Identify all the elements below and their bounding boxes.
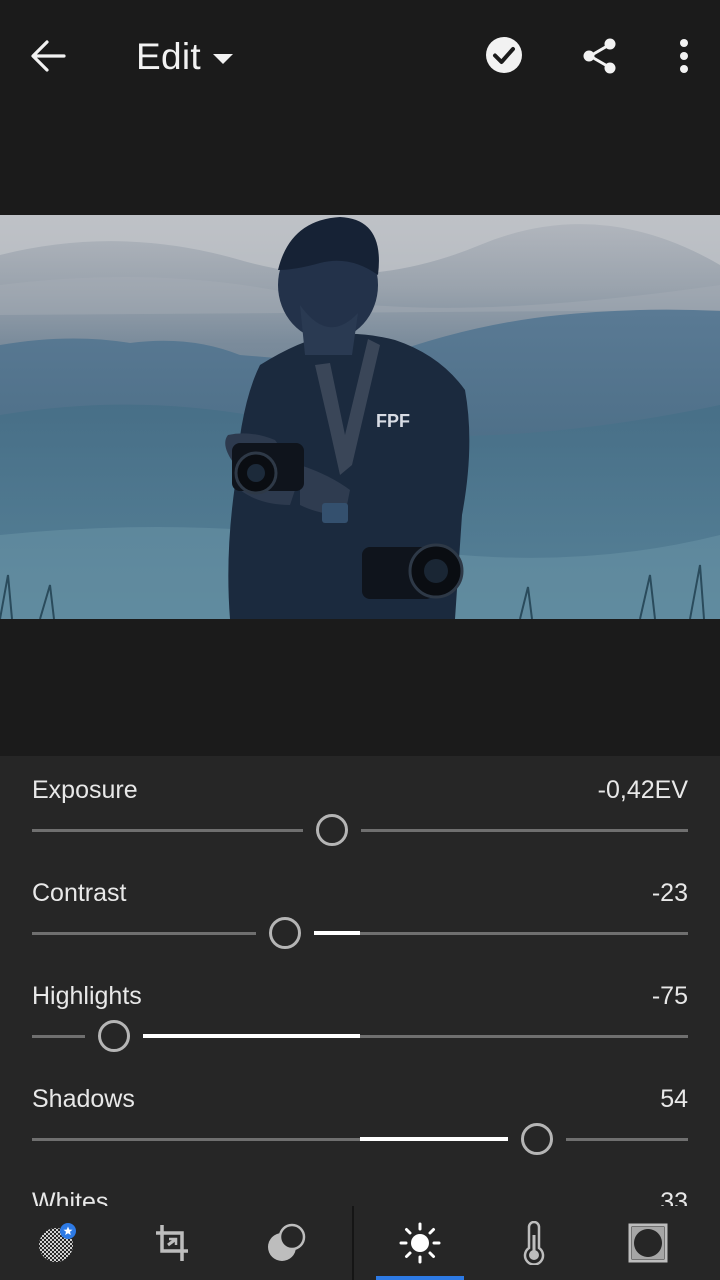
more-vertical-icon: [680, 39, 688, 73]
slider-label: Exposure: [32, 776, 138, 804]
more-options-button[interactable]: [664, 34, 704, 78]
slider-label: Contrast: [32, 879, 127, 907]
presets-tool-button[interactable]: [10, 1206, 106, 1280]
top-bar: Edit: [0, 0, 720, 112]
selective-icon: [268, 1223, 306, 1261]
caret-down-icon: [212, 54, 233, 64]
slider-thumb[interactable]: [521, 1123, 554, 1155]
share-icon: [583, 38, 616, 74]
slider-value[interactable]: -23: [652, 879, 688, 908]
crop-icon: [156, 1225, 188, 1261]
active-tab-indicator: [376, 1276, 464, 1280]
toolbar-divider: [352, 1206, 354, 1280]
share-button[interactable]: [578, 34, 622, 78]
bottom-toolbar: [0, 1206, 720, 1280]
photo-preview[interactable]: FPF: [0, 215, 720, 619]
light-icon: [399, 1222, 441, 1264]
selective-tool-button[interactable]: [238, 1206, 334, 1280]
back-button[interactable]: [22, 32, 74, 80]
contrast-slider-row: Contrast -23: [32, 859, 688, 959]
color-temperature-icon: [523, 1221, 545, 1265]
whites-label: Whites: [32, 1188, 109, 1206]
checkmark-circle-icon: [486, 37, 522, 73]
shadows-slider-row: Shadows 54: [32, 1065, 688, 1165]
mode-dropdown[interactable]: Edit: [136, 34, 233, 80]
effects-icon: [628, 1223, 668, 1263]
crop-tool-button[interactable]: [124, 1206, 220, 1280]
slider-thumb[interactable]: [268, 917, 301, 949]
arrow-left-icon: [31, 40, 66, 72]
slider-value[interactable]: -0,42EV: [598, 776, 688, 805]
slider-thumb[interactable]: [98, 1020, 130, 1052]
done-button[interactable]: [484, 35, 524, 75]
presets-icon: [39, 1223, 76, 1262]
effects-tool-button[interactable]: [600, 1206, 696, 1280]
slider-label: Shadows: [32, 1085, 135, 1113]
slider-thumb[interactable]: [316, 814, 349, 846]
light-tool-button[interactable]: [372, 1206, 468, 1280]
slider-label: Highlights: [32, 982, 142, 1010]
slider-fill: [114, 1034, 360, 1038]
slider-value[interactable]: 54: [660, 1085, 688, 1114]
slider-value[interactable]: -75: [652, 982, 688, 1011]
slider-track[interactable]: [32, 932, 688, 935]
photo-image: FPF: [0, 215, 720, 619]
light-adjustments-panel: Exposure -0,42EV Contrast -23 Highlights…: [0, 756, 720, 1206]
whites-value[interactable]: 33: [660, 1188, 688, 1206]
page-title: Edit: [136, 36, 201, 77]
exposure-slider-row: Exposure -0,42EV: [32, 756, 688, 856]
color-tool-button[interactable]: [486, 1206, 582, 1280]
highlights-slider-row: Highlights -75: [32, 962, 688, 1062]
svg-text:FPF: FPF: [376, 411, 410, 431]
photo-canvas[interactable]: FPF: [0, 112, 720, 756]
